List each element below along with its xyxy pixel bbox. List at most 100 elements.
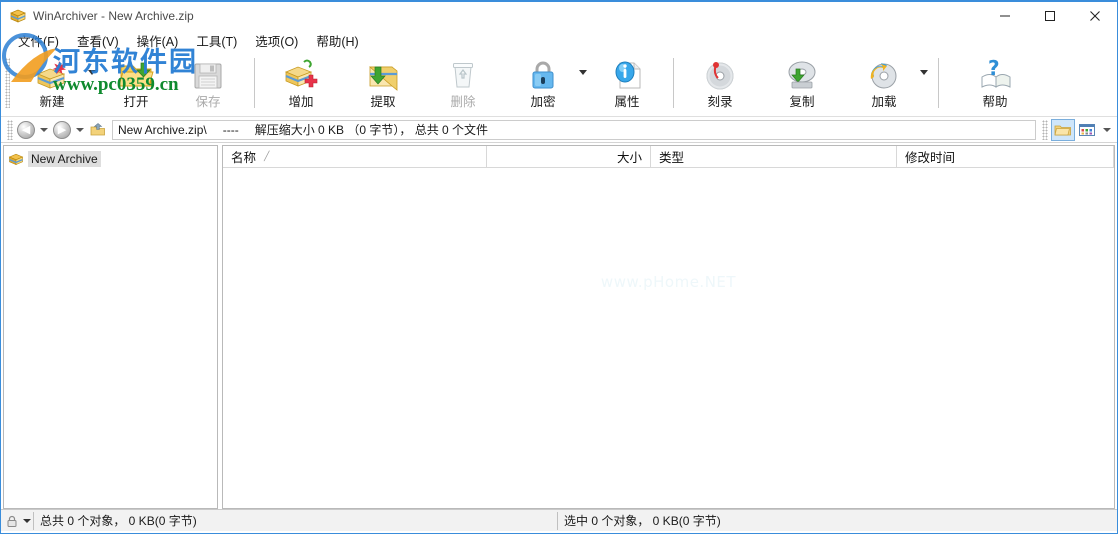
mount-disc-icon [865,57,903,93]
save-floppy-icon [189,57,227,93]
file-list-body[interactable]: www.pHome.NET [223,168,1114,508]
forward-button[interactable]: ▶ [51,119,73,141]
encrypt-lock-icon [524,57,562,93]
toolbar-group-disc: 刻录 复制 加载 [684,54,928,116]
menu-bar: 文件(F) 查看(V) 操作(A) 工具(T) 选项(O) 帮助(H) [1,30,1117,51]
new-archive-icon [33,57,71,93]
toolbar-help-button[interactable]: ? 帮助 [959,54,1031,114]
minimize-icon [999,15,1010,17]
copy-disc-icon [783,57,821,93]
up-folder-button[interactable] [87,119,109,141]
menu-file[interactable]: 文件(F) [9,29,68,53]
address-separator: ---- [222,122,239,137]
chevron-down-icon[interactable] [579,70,587,75]
lock-icon[interactable] [3,512,21,530]
page-watermark: www.pHome.NET [600,273,737,291]
view-folder-button[interactable] [1051,118,1075,141]
toolbar-mount-label: 加载 [871,95,897,109]
menu-view[interactable]: 查看(V) [68,29,128,53]
toolbar-burn-label: 刻录 [707,95,733,109]
back-arrow-icon: ◀ [17,120,35,139]
toolbar-new-button[interactable]: 新建 [16,54,96,114]
toolbar-copy-button[interactable]: 复制 [766,54,838,114]
close-button[interactable] [1072,2,1117,30]
address-bar-grip[interactable] [7,119,13,140]
folder-view-icon [1054,125,1071,135]
chevron-down-icon[interactable] [88,70,96,75]
toolbar-open-button[interactable]: 打开 [100,54,172,114]
open-folder-icon [117,57,155,93]
menu-tools[interactable]: 工具(T) [187,29,246,53]
main-body: New Archive 名称 ╱ 大小 类型 修改时间 www.pHome.NE… [1,143,1117,509]
toolbar-save-button[interactable]: 保存 [172,54,244,114]
toolbar-add-button[interactable]: 增加 [265,54,337,114]
minimize-button[interactable] [982,2,1027,30]
column-header-size-label: 大小 [616,151,642,165]
toolbar-burn-button[interactable]: 刻录 [684,54,756,114]
toolbar-delete-button[interactable]: 删除 [427,54,499,114]
address-info: 解压缩大小 0 KB （0 字节）， 总共 0 个文件 [254,123,489,137]
file-list-pane[interactable]: 名称 ╱ 大小 类型 修改时间 www.pHome.NET [222,145,1115,509]
add-files-icon [282,57,320,93]
toolbar-save-label: 保存 [195,95,221,109]
menu-help[interactable]: 帮助(H) [307,29,367,53]
toolbar-properties-label: 属性 [614,95,640,109]
archive-tree-pane[interactable]: New Archive [3,145,218,509]
toolbar-properties-button[interactable]: 属性 [591,54,663,114]
toolbar-group-help: ? 帮助 [949,54,1031,116]
toolbar-help-label: 帮助 [982,95,1008,109]
toolbar-group-file: 新建 打开 保存 [16,54,244,116]
toolbar-mount-button[interactable]: 加载 [848,54,928,114]
extract-icon [364,57,402,93]
toolbar-encrypt-button[interactable]: 加密 [507,54,587,114]
forward-arrow-icon: ▶ [53,120,71,139]
status-total: 总共 0 个对象， 0 KB(0 字节) [33,511,557,530]
maximize-icon [1044,11,1055,21]
toolbar-new-label: 新建 [39,95,65,109]
window-title: WinArchiver - New Archive.zip [33,9,194,23]
view-toolbar-grip[interactable] [1042,119,1048,140]
toolbar-extract-label: 提取 [370,95,396,109]
svg-text:?: ? [988,57,1000,80]
burn-disc-icon [701,57,739,93]
column-header-size[interactable]: 大小 [487,146,651,167]
address-path-field[interactable]: New Archive.zip\ ---- 解压缩大小 0 KB （0 字节），… [112,119,1036,140]
toolbar-extract-button[interactable]: 提取 [347,54,419,114]
details-view-icon [1079,123,1095,136]
maximize-button[interactable] [1027,2,1072,30]
toolbar-delete-label: 删除 [450,95,476,109]
toolbar-separator-3 [938,58,939,108]
toolbar: 新建 打开 保存 增加 提取 删除 加密 属性 刻录 复制 加载 ? 帮助 [1,51,1117,117]
properties-info-icon [608,57,646,93]
column-header-type[interactable]: 类型 [651,146,897,167]
chevron-down-icon[interactable] [920,70,928,75]
address-bar: ◀ ▶ New Archive.zip\ ---- 解压缩大小 0 KB （0 … [1,117,1117,143]
status-bar: 总共 0 个对象， 0 KB(0 字节) 选中 0 个对象， 0 KB(0 字节… [1,509,1117,531]
window-controls [982,2,1117,30]
title-bar: WinArchiver - New Archive.zip [1,2,1117,30]
sort-ascending-icon: ╱ [264,151,270,162]
toolbar-open-label: 打开 [123,95,149,109]
status-lock-dropdown[interactable] [21,512,33,530]
column-header-modified[interactable]: 修改时间 [897,146,1114,167]
toolbar-add-label: 增加 [288,95,314,109]
view-dropdown[interactable] [1099,119,1115,141]
help-question-icon: ? [976,56,1014,93]
up-folder-icon [90,122,105,135]
view-details-button[interactable] [1075,119,1099,141]
toolbar-group-archive: 增加 提取 删除 加密 属性 [265,54,663,116]
back-history-dropdown[interactable] [37,119,51,141]
archive-icon [8,151,24,167]
menu-options[interactable]: 选项(O) [246,29,307,53]
chevron-down-icon [1103,127,1111,132]
tree-item-label: New Archive [28,150,101,167]
status-selected: 选中 0 个对象， 0 KB(0 字节) [557,511,1115,530]
column-header-type-label: 类型 [659,151,685,165]
column-header-name[interactable]: 名称 ╱ [223,146,487,167]
forward-history-dropdown[interactable] [73,119,87,141]
menu-action[interactable]: 操作(A) [128,29,188,53]
back-button[interactable]: ◀ [15,119,37,141]
toolbar-grip [5,58,10,108]
tree-item-new-archive[interactable]: New Archive [4,149,217,168]
archive-icon [9,7,27,25]
